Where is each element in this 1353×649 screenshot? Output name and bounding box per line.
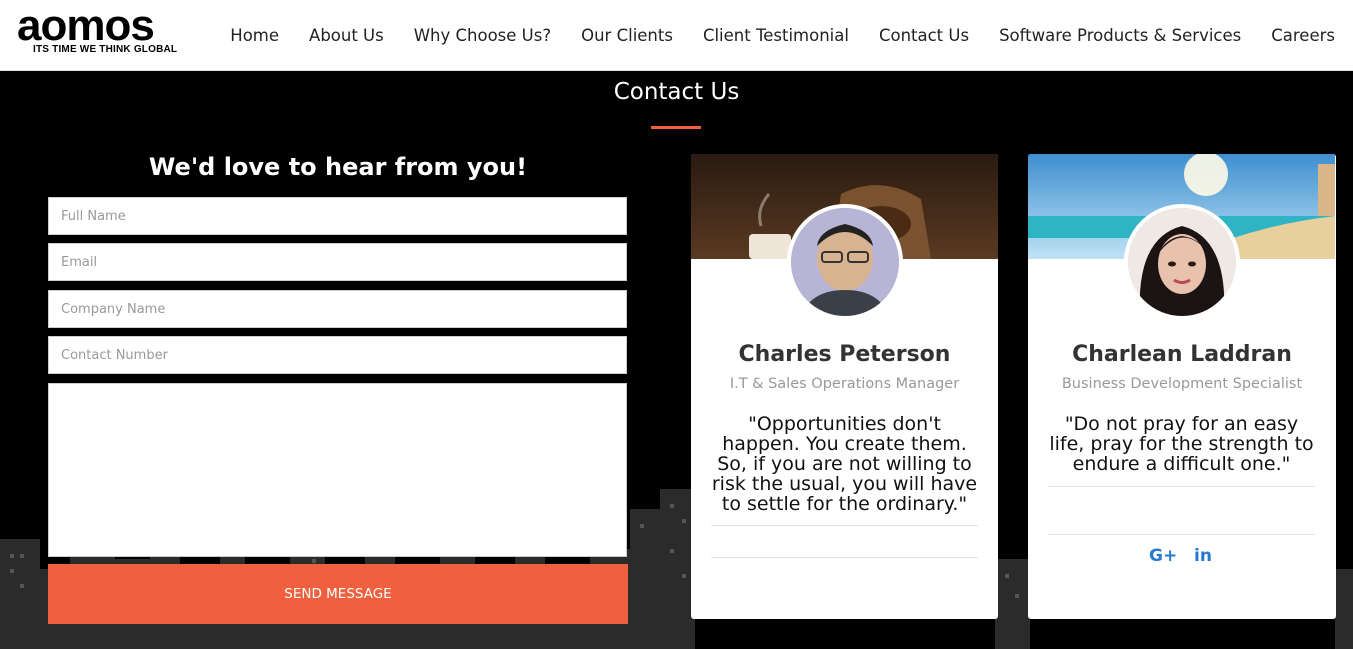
avatar bbox=[1124, 204, 1240, 320]
nav-client-testimonial[interactable]: Client Testimonial bbox=[703, 26, 849, 45]
form-heading: We'd love to hear from you! bbox=[148, 153, 528, 181]
contact-card: Charles Peterson I.T & Sales Operations … bbox=[691, 154, 998, 619]
logo-wordmark: aomos bbox=[17, 1, 155, 50]
nav-why-choose-us[interactable]: Why Choose Us? bbox=[414, 26, 551, 45]
contact-card: Charlean Laddran Business Development Sp… bbox=[1028, 154, 1336, 619]
contact-role: Business Development Specialist bbox=[1061, 376, 1303, 392]
company-name-input[interactable] bbox=[48, 290, 627, 328]
divider bbox=[1048, 534, 1315, 535]
contact-section: Contact Us We'd love to hear from you! S… bbox=[0, 71, 1353, 649]
nav-software-products[interactable]: Software Products & Services bbox=[999, 26, 1241, 45]
contact-role: I.T & Sales Operations Manager bbox=[729, 376, 960, 392]
contact-number-input[interactable] bbox=[48, 336, 627, 374]
main-nav: Home About Us Why Choose Us? Our Clients… bbox=[200, 0, 1335, 70]
nav-careers[interactable]: Careers bbox=[1271, 26, 1335, 45]
nav-our-clients[interactable]: Our Clients bbox=[581, 26, 673, 45]
divider bbox=[1048, 486, 1315, 487]
site-header: aomos ITS TIME WE THINK GLOBAL Home Abou… bbox=[0, 0, 1353, 71]
email-input[interactable] bbox=[48, 243, 627, 281]
message-textarea[interactable] bbox=[48, 383, 627, 557]
section-title: Contact Us bbox=[613, 79, 740, 105]
nav-home[interactable]: Home bbox=[230, 26, 279, 45]
contact-quote: "Opportunities don't happen. You create … bbox=[711, 413, 978, 515]
divider bbox=[711, 525, 978, 526]
full-name-input[interactable] bbox=[48, 197, 627, 235]
divider bbox=[711, 557, 978, 558]
send-message-button[interactable]: SEND MESSAGE bbox=[48, 564, 628, 624]
logo[interactable]: aomos ITS TIME WE THINK GLOBAL bbox=[17, 1, 178, 56]
title-underline bbox=[651, 126, 701, 129]
contact-quote: "Do not pray for an easy life, pray for … bbox=[1049, 413, 1314, 475]
contact-name: Charlean Laddran bbox=[1072, 342, 1292, 367]
avatar bbox=[787, 204, 903, 320]
contact-name: Charles Peterson bbox=[738, 342, 951, 367]
google-plus-icon[interactable]: G+ bbox=[1149, 546, 1177, 566]
logo-tagline: ITS TIME WE THINK GLOBAL bbox=[33, 44, 178, 55]
nav-contact-us[interactable]: Contact Us bbox=[879, 26, 969, 45]
linkedin-icon[interactable]: in bbox=[1194, 546, 1212, 566]
nav-about-us[interactable]: About Us bbox=[309, 26, 384, 45]
